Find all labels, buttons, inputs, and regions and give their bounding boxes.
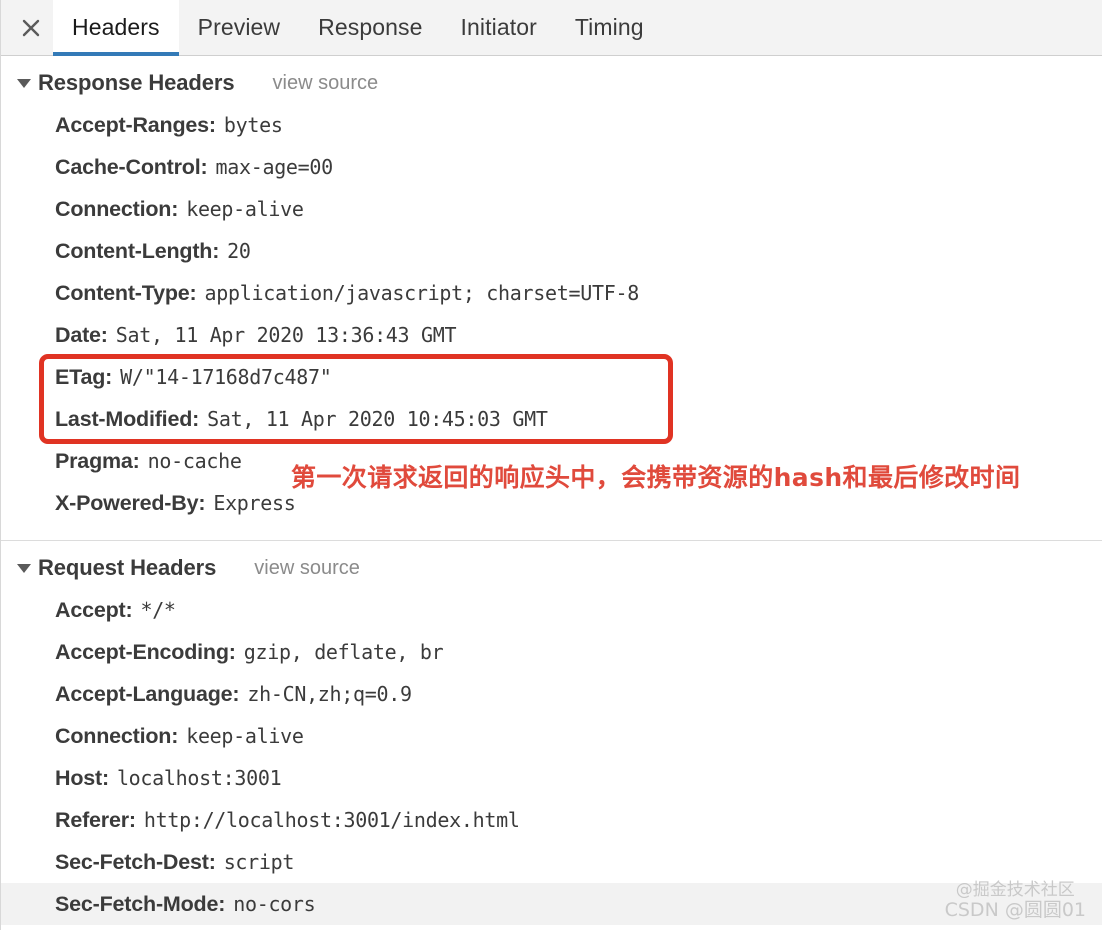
header-name: Connection:: [55, 196, 179, 221]
response-headers-title: Response Headers: [38, 70, 235, 95]
table-row: Referer: http://localhost:3001/index.htm…: [1, 799, 1102, 841]
request-headers-section-header[interactable]: Request Headers view source: [1, 541, 1102, 589]
header-value: Sat, 11 Apr 2020 10:45:03 GMT: [207, 407, 548, 431]
table-row: Accept: */*: [1, 589, 1102, 631]
devtools-headers-panel: Headers Preview Response Initiator Timin…: [0, 0, 1102, 930]
header-name: Content-Length:: [55, 238, 220, 263]
table-row: Connection: keep-alive: [1, 188, 1102, 230]
header-value: zh-CN,zh;q=0.9: [247, 682, 412, 706]
header-name: Pragma:: [55, 448, 140, 473]
close-icon[interactable]: [9, 0, 53, 55]
table-row-last-modified: Last-Modified: Sat, 11 Apr 2020 10:45:03…: [1, 398, 1102, 440]
header-value: no-cache: [147, 449, 242, 473]
tab-preview-label: Preview: [197, 14, 281, 40]
header-name: ETag:: [55, 364, 113, 389]
table-row: Content-Length: 20: [1, 230, 1102, 272]
table-row: Accept-Ranges: bytes: [1, 104, 1102, 146]
header-name: Content-Type:: [55, 280, 197, 305]
header-value: keep-alive: [186, 197, 304, 221]
tab-initiator-label: Initiator: [460, 14, 537, 40]
table-row: Sec-Fetch-Mode: no-cors: [1, 883, 1102, 925]
tab-initiator[interactable]: Initiator: [442, 0, 556, 55]
header-name: Last-Modified:: [55, 406, 200, 431]
header-name: X-Powered-By:: [55, 490, 206, 515]
table-row: Host: localhost:3001: [1, 757, 1102, 799]
header-name: Accept-Language:: [55, 681, 240, 706]
tab-response[interactable]: Response: [299, 0, 441, 55]
tab-timing[interactable]: Timing: [556, 0, 663, 55]
header-name: Cache-Control:: [55, 154, 208, 179]
header-value: gzip, deflate, br: [243, 640, 444, 664]
header-name: Accept-Ranges:: [55, 112, 216, 137]
tab-timing-label: Timing: [574, 14, 644, 40]
request-view-source-link[interactable]: view source: [254, 557, 360, 580]
header-value: application/javascript; charset=UTF-8: [204, 281, 640, 305]
tab-preview[interactable]: Preview: [179, 0, 300, 55]
header-name: Accept-Encoding:: [55, 639, 236, 664]
header-value: */*: [140, 598, 176, 622]
header-value: Sat, 11 Apr 2020 13:36:43 GMT: [115, 323, 457, 347]
header-name: Host:: [55, 765, 109, 790]
header-value: script: [223, 850, 295, 874]
header-value: max-age=00: [215, 155, 333, 179]
tab-headers-label: Headers: [72, 14, 160, 40]
chevron-down-icon[interactable]: [17, 563, 31, 573]
header-name: Sec-Fetch-Mode:: [55, 891, 226, 916]
tab-bar: Headers Preview Response Initiator Timin…: [1, 0, 1102, 56]
header-value: bytes: [223, 113, 283, 137]
table-row: Cache-Control: max-age=00: [1, 146, 1102, 188]
request-headers-list: Accept: */* Accept-Encoding: gzip, defla…: [1, 589, 1102, 930]
header-name: Date:: [55, 322, 108, 347]
table-row: Connection: keep-alive: [1, 715, 1102, 757]
response-view-source-link[interactable]: view source: [273, 72, 379, 95]
header-value: W/"14-17168d7c487": [120, 365, 332, 389]
request-headers-title: Request Headers: [38, 555, 217, 580]
header-name: Referer:: [55, 807, 136, 832]
header-name: Connection:: [55, 723, 179, 748]
table-row: Sec-Fetch-Dest: script: [1, 841, 1102, 883]
header-name: Accept:: [55, 597, 133, 622]
tab-headers[interactable]: Headers: [53, 0, 179, 56]
header-value: 20: [227, 239, 251, 263]
chevron-down-icon[interactable]: [17, 78, 31, 88]
header-value: keep-alive: [186, 724, 304, 748]
annotation-text: 第一次请求返回的响应头中，会携带资源的hash和最后修改时间: [291, 463, 1021, 492]
table-row: Content-Type: application/javascript; ch…: [1, 272, 1102, 314]
header-name: Sec-Fetch-Dest:: [55, 849, 216, 874]
header-value: no-cors: [233, 892, 316, 916]
header-value: localhost:3001: [116, 766, 282, 790]
tab-response-label: Response: [318, 14, 423, 40]
table-row-etag: ETag: W/"14-17168d7c487": [1, 356, 1102, 398]
table-row: Date: Sat, 11 Apr 2020 13:36:43 GMT: [1, 314, 1102, 356]
response-headers-section-header[interactable]: Response Headers view source: [1, 56, 1102, 104]
table-row: Accept-Encoding: gzip, deflate, br: [1, 631, 1102, 673]
table-row: Accept-Language: zh-CN,zh;q=0.9: [1, 673, 1102, 715]
header-value: Express: [213, 491, 296, 515]
header-value: http://localhost:3001/index.html: [143, 808, 520, 832]
